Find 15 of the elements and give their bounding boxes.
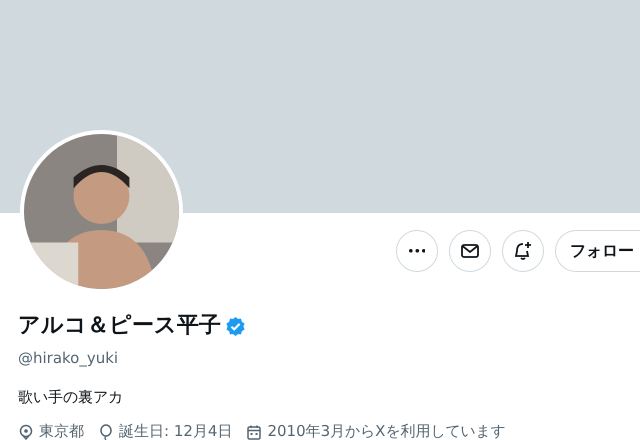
user-handle: @hirako_yuki: [18, 348, 120, 370]
balloon-icon: [98, 424, 114, 440]
profile-meta-text: 誕生日: 12月4日: [119, 421, 232, 440]
notify-button[interactable]: [502, 230, 544, 272]
profile-meta-text: 東京都: [39, 421, 84, 440]
calendar-icon: [246, 424, 262, 440]
bio-text: 歌い手の裏アカ: [18, 386, 124, 408]
mail-icon: [460, 241, 480, 261]
location-icon: [18, 424, 34, 440]
bell-plus-icon: [513, 241, 533, 261]
display-name: アルコ＆ピース平子: [18, 313, 221, 340]
more-icon: [408, 249, 426, 253]
message-button[interactable]: [449, 230, 491, 272]
follow-button[interactable]: フォロー: [555, 230, 640, 272]
profile-meta-text: 2010年3月からXを利用しています: [267, 421, 506, 440]
